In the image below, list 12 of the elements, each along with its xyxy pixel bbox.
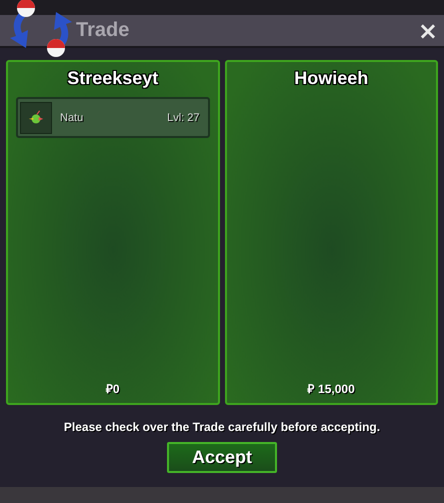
pokemon-name: Natu bbox=[60, 112, 84, 124]
bird-icon bbox=[27, 108, 45, 126]
accept-button[interactable]: Accept bbox=[167, 442, 277, 473]
notice-text: Please check over the Trade carefully before accepting. bbox=[64, 420, 380, 434]
window-title: Trade bbox=[76, 19, 130, 42]
close-button[interactable]: × bbox=[416, 18, 440, 42]
player-name: Howieeh bbox=[293, 68, 370, 89]
money-amount: ₽0 bbox=[104, 381, 121, 397]
player-name: Streekseyt bbox=[66, 68, 160, 89]
pokemon-level: Lvl: 27 bbox=[167, 112, 200, 124]
pokemon-slot[interactable]: Natu Lvl: 27 bbox=[16, 97, 210, 138]
money-amount: ₽ 15,000 bbox=[306, 381, 356, 397]
